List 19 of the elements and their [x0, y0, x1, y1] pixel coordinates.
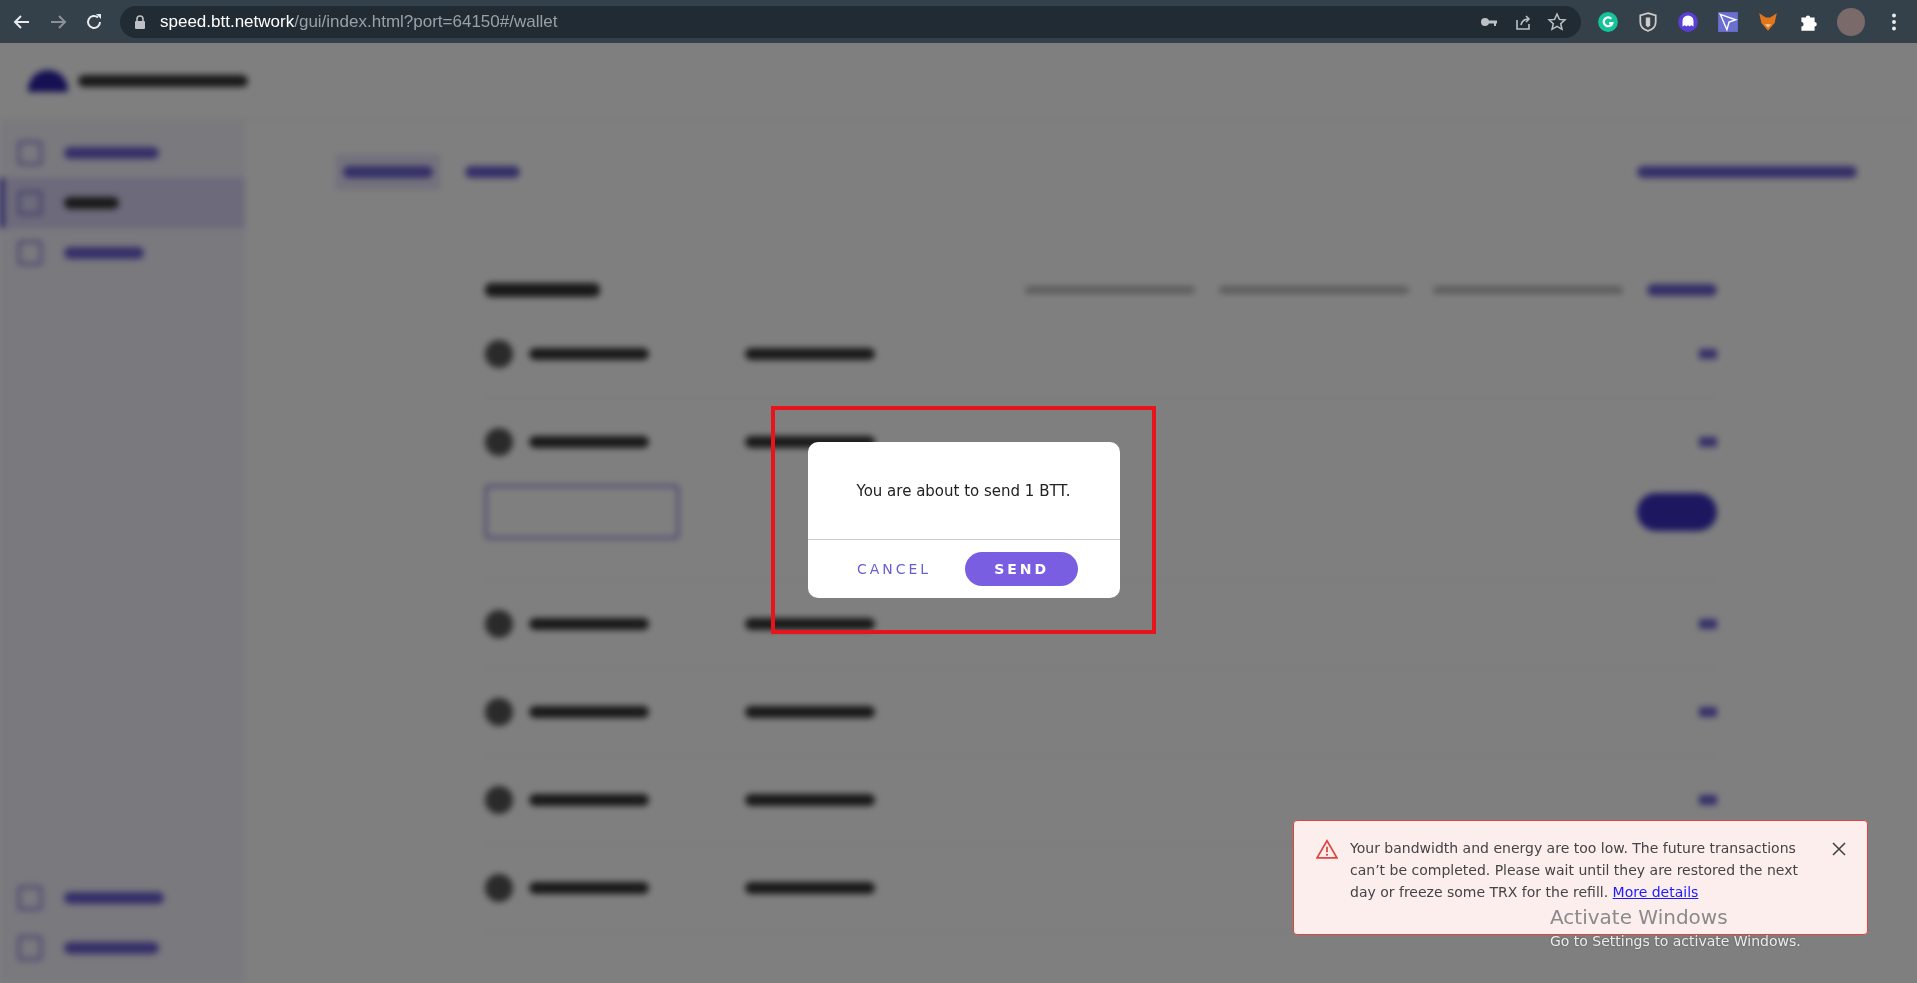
- shield-icon[interactable]: [1637, 10, 1659, 33]
- star-icon[interactable]: [1547, 11, 1567, 32]
- cancel-button[interactable]: CANCEL: [848, 555, 940, 583]
- extension-g-icon[interactable]: [1597, 10, 1619, 33]
- dialog-message: You are about to send 1 BTT.: [807, 442, 1120, 540]
- url-text: speed.btt.network/gui/index.html?port=64150#/wallet: [160, 11, 558, 32]
- lock-icon: [134, 14, 146, 29]
- warning-icon: [1316, 839, 1338, 859]
- more-details-link[interactable]: More details: [1612, 884, 1699, 900]
- send-button[interactable]: SEND: [965, 552, 1079, 586]
- address-bar[interactable]: speed.btt.network/gui/index.html?port=64150#/wallet: [120, 5, 1581, 38]
- fox-icon[interactable]: [1757, 10, 1779, 33]
- reload-icon[interactable]: [84, 11, 104, 32]
- paper-plane-icon[interactable]: [1717, 10, 1739, 33]
- activation-title: Activate Windows: [1550, 905, 1729, 929]
- activation-subtitle: Go to Settings to activate Windows.: [1550, 933, 1801, 949]
- warning-message: Your bandwidth and energy are too low. The future transactions can’t be completed. Please wait until they are restored the next day or freeze some TRX for the refill. More details: [1350, 839, 1799, 902]
- close-icon[interactable]: [1831, 841, 1847, 857]
- ghost-icon[interactable]: [1677, 10, 1699, 33]
